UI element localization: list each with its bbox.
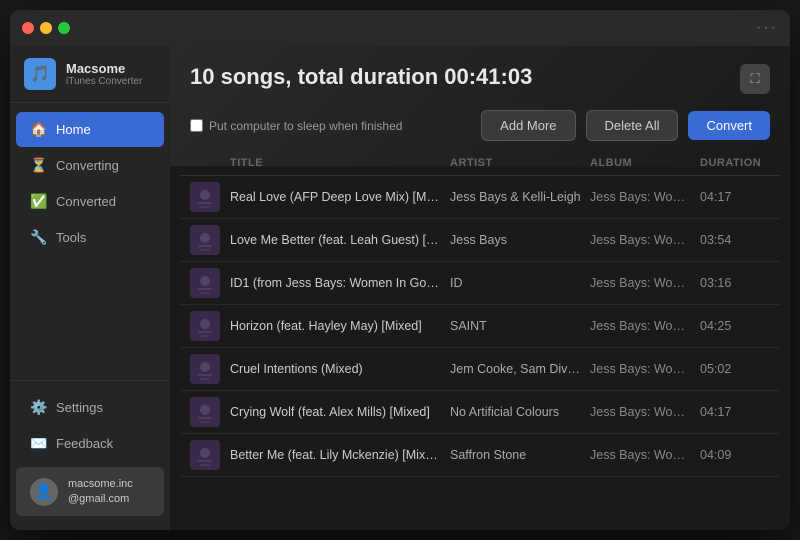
col-album: ALBUM [590,157,700,169]
col-artist: ARTIST [450,157,590,169]
song-title: Love Me Better (feat. Leah Guest) [Dub M… [230,233,450,247]
song-table: TITLE ARTIST ALBUM DURATION Real Love (A… [170,151,790,530]
song-thumb [190,225,230,255]
song-artist: SAINT [450,319,590,333]
traffic-lights [22,22,70,34]
maximize-button[interactable] [58,22,70,34]
song-artist: Jess Bays & Kelli-Leigh [450,190,590,204]
sleep-checkbox[interactable] [190,119,203,132]
expand-button[interactable]: ⛶ [740,64,770,94]
col-duration: DURATION [700,157,770,169]
song-duration: 04:17 [700,405,770,419]
song-thumb [190,311,230,341]
home-icon: 🏠 [30,121,46,138]
sidebar-bottom: ⚙️ Settings ✉️ Feedback 👤 macsome.inc @g… [10,380,170,530]
sidebar-item-tools[interactable]: 🔧 Tools [16,220,164,255]
col-thumb [190,157,230,169]
song-title: Cruel Intentions (Mixed) [230,362,450,376]
delete-all-button[interactable]: Delete All [586,110,679,141]
converted-label: Converted [56,194,116,209]
table-row[interactable]: Better Me (feat. Lily Mckenzie) [Mixed]S… [180,434,780,477]
right-panel: 10 songs, total duration 00:41:03 ⛶ Put … [170,46,790,530]
convert-button[interactable]: Convert [688,111,770,140]
song-artist: No Artificial Colours [450,405,590,419]
song-album: Jess Bays: Wom... [590,405,700,419]
home-label: Home [56,122,91,137]
logo-text: Macsome iTunes Converter [66,61,142,87]
song-artist: Jess Bays [450,233,590,247]
song-thumb [190,268,230,298]
song-thumb [190,440,230,470]
song-album: Jess Bays: Wom... [590,190,700,204]
menu-ellipsis[interactable]: ··· [756,19,778,37]
sidebar-item-home[interactable]: 🏠 Home [16,112,164,147]
song-thumb [190,354,230,384]
song-title: Real Love (AFP Deep Love Mix) [Mixed] [230,190,450,204]
table-row[interactable]: Love Me Better (feat. Leah Guest) [Dub M… [180,219,780,262]
song-artist: Jem Cooke, Sam Divine & Ha... [450,362,590,376]
song-artist: ID [450,276,590,290]
app-logo: 🎵 Macsome iTunes Converter [10,46,170,103]
feedback-icon: ✉️ [30,435,46,452]
settings-label: Settings [56,400,103,415]
table-header: TITLE ARTIST ALBUM DURATION [180,151,780,176]
song-duration: 03:16 [700,276,770,290]
table-row[interactable]: Cruel Intentions (Mixed)Jem Cooke, Sam D… [180,348,780,391]
table-row[interactable]: Real Love (AFP Deep Love Mix) [Mixed]Jes… [180,176,780,219]
song-duration: 03:54 [700,233,770,247]
song-album: Jess Bays: Wom... [590,362,700,376]
tools-label: Tools [56,230,86,245]
main-content: 🎵 Macsome iTunes Converter 🏠 Home ⏳ Conv… [10,46,790,530]
song-duration: 04:09 [700,448,770,462]
panel-title: 10 songs, total duration 00:41:03 [190,64,532,90]
song-duration: 05:02 [700,362,770,376]
minimize-button[interactable] [40,22,52,34]
converted-icon: ✅ [30,193,46,210]
song-thumb [190,397,230,427]
app-name: Macsome [66,61,142,76]
app-subtitle: iTunes Converter [66,76,142,87]
song-title: Better Me (feat. Lily Mckenzie) [Mixed] [230,448,450,462]
sidebar-item-converted[interactable]: ✅ Converted [16,184,164,219]
table-row[interactable]: Horizon (feat. Hayley May) [Mixed]SAINTJ… [180,305,780,348]
song-title: Horizon (feat. Hayley May) [Mixed] [230,319,450,333]
converting-label: Converting [56,158,119,173]
sidebar-item-feedback[interactable]: ✉️ Feedback [16,426,164,461]
user-profile[interactable]: 👤 macsome.inc @gmail.com [16,467,164,516]
logo-icon: 🎵 [24,58,56,90]
song-album: Jess Bays: Wom... [590,319,700,333]
table-row[interactable]: ID1 (from Jess Bays: Women In Good Co...… [180,262,780,305]
song-artist: Saffron Stone [450,448,590,462]
tools-icon: 🔧 [30,229,46,246]
col-title: TITLE [230,157,450,169]
app-window: ··· 🎵 Macsome iTunes Converter 🏠 Home ⏳ … [10,10,790,530]
sidebar-item-converting[interactable]: ⏳ Converting [16,148,164,183]
feedback-label: Feedback [56,436,113,451]
song-duration: 04:17 [700,190,770,204]
close-button[interactable] [22,22,34,34]
song-album: Jess Bays: Wom... [590,448,700,462]
song-title: Crying Wolf (feat. Alex Mills) [Mixed] [230,405,450,419]
song-thumb [190,182,230,212]
settings-icon: ⚙️ [30,399,46,416]
avatar: 👤 [30,478,58,506]
sleep-label: Put computer to sleep when finished [209,119,402,133]
add-more-button[interactable]: Add More [481,110,575,141]
song-duration: 04:25 [700,319,770,333]
table-body: Real Love (AFP Deep Love Mix) [Mixed]Jes… [180,176,780,477]
panel-controls: Put computer to sleep when finished Add … [170,104,790,151]
title-bar: ··· [10,10,790,46]
song-title: ID1 (from Jess Bays: Women In Good Co... [230,276,450,290]
table-row[interactable]: Crying Wolf (feat. Alex Mills) [Mixed]No… [180,391,780,434]
sidebar-item-settings[interactable]: ⚙️ Settings [16,390,164,425]
sleep-checkbox-wrap[interactable]: Put computer to sleep when finished [190,119,471,133]
song-album: Jess Bays: Wom... [590,276,700,290]
converting-icon: ⏳ [30,157,46,174]
sidebar-nav: 🏠 Home ⏳ Converting ✅ Converted 🔧 Tools [10,103,170,380]
user-email: macsome.inc @gmail.com [68,477,133,506]
song-album: Jess Bays: Wom... [590,233,700,247]
panel-header: 10 songs, total duration 00:41:03 ⛶ [170,46,790,104]
sidebar: 🎵 Macsome iTunes Converter 🏠 Home ⏳ Conv… [10,46,170,530]
